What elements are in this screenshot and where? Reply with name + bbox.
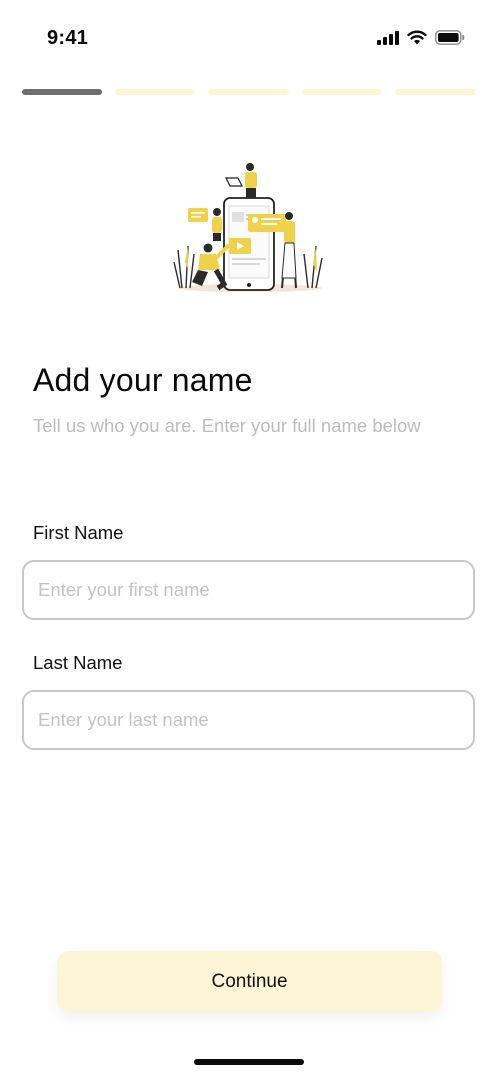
wifi-icon: [407, 30, 427, 45]
last-name-label: Last Name: [33, 652, 123, 673]
first-name-label: First Name: [33, 522, 124, 543]
status-bar: 9:41: [0, 0, 498, 80]
progress-step-5: [394, 89, 476, 95]
continue-button[interactable]: Continue: [57, 951, 442, 1012]
progress-step-3: [208, 89, 289, 95]
step-progress: [22, 89, 476, 96]
progress-step-1: [22, 89, 103, 95]
page-title: Add your name: [33, 362, 253, 398]
page-subtitle: Tell us who you are. Enter your full nam…: [33, 415, 421, 436]
collaboration-illustration: [173, 163, 323, 292]
battery-icon: [435, 30, 465, 45]
last-name-input[interactable]: [22, 690, 475, 750]
progress-step-4: [301, 89, 382, 95]
status-time: 9:41: [47, 27, 89, 49]
cellular-signal-icon: [377, 30, 399, 45]
status-icons: [377, 30, 465, 45]
first-name-input[interactable]: [22, 560, 475, 620]
progress-step-2: [115, 89, 196, 95]
home-indicator[interactable]: [194, 1059, 304, 1065]
